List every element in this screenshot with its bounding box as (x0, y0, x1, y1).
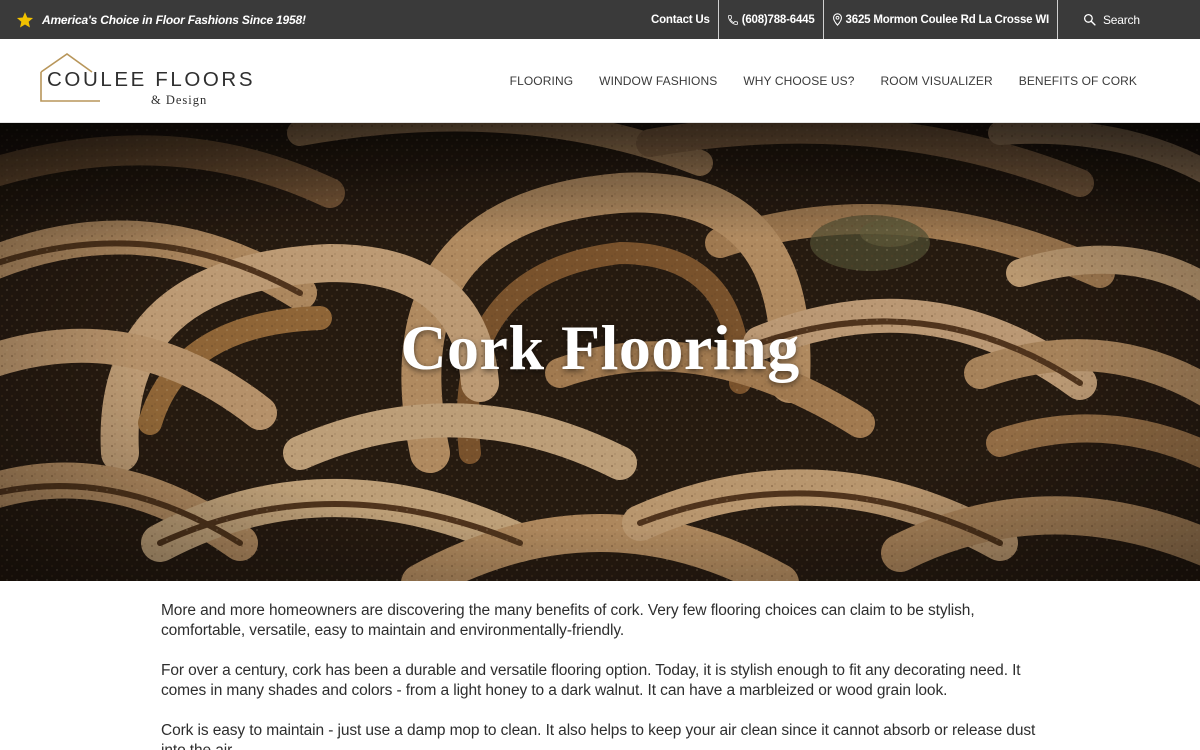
nav-item-room-visualizer[interactable]: ROOM VISUALIZER (881, 74, 993, 88)
contact-us-link[interactable]: Contact Us (651, 0, 719, 39)
main-nav: FLOORING WINDOW FASHIONS WHY CHOOSE US? … (484, 39, 1137, 123)
tagline-text: America's Choice in Floor Fashions Since… (42, 12, 306, 27)
intro-paragraph: More and more homeowners are discovering… (161, 602, 975, 639)
search-icon (1083, 13, 1096, 26)
search-label: Search (1103, 12, 1140, 27)
intro-paragraph: Cork is easy to maintain - just use a da… (161, 722, 1036, 750)
intro-content: More and more homeowners are discovering… (161, 601, 1051, 750)
nav-item-flooring[interactable]: FLOORING (510, 74, 573, 88)
phone-number: (608)788-6445 (741, 13, 815, 26)
phone-link[interactable]: (608)788-6445 (719, 0, 824, 39)
site-header: COULEE FLOORS & Design FLOORING WINDOW F… (0, 39, 1200, 123)
address-text: 3625 Mormon Coulee Rd La Crosse WI (845, 13, 1050, 26)
top-bar: America's Choice in Floor Fashions Since… (0, 0, 1200, 39)
hero-banner: Cork Flooring (0, 123, 1200, 581)
logo-brand-text: COULEE FLOORS (47, 68, 256, 91)
map-pin-icon (832, 13, 842, 26)
nav-item-why-choose-us[interactable]: WHY CHOOSE US? (743, 74, 854, 88)
nav-item-benefits-of-cork[interactable]: BENEFITS OF CORK (1019, 74, 1137, 88)
tagline: America's Choice in Floor Fashions Since… (16, 0, 306, 39)
phone-icon (727, 14, 738, 25)
star-icon (16, 11, 34, 27)
search-button[interactable]: Search (1058, 0, 1200, 39)
hero-title: Cork Flooring (400, 312, 800, 383)
logo[interactable]: COULEE FLOORS & Design (40, 53, 252, 111)
utility-links: Contact Us (608)788-6445 3625 Mormon Cou… (651, 0, 1200, 39)
intro-paragraph: For over a century, cork has been a dura… (161, 662, 1021, 699)
address-link[interactable]: 3625 Mormon Coulee Rd La Crosse WI (824, 0, 1058, 39)
logo-sub-text: & Design (151, 93, 208, 107)
nav-item-window-fashions[interactable]: WINDOW FASHIONS (599, 74, 717, 88)
